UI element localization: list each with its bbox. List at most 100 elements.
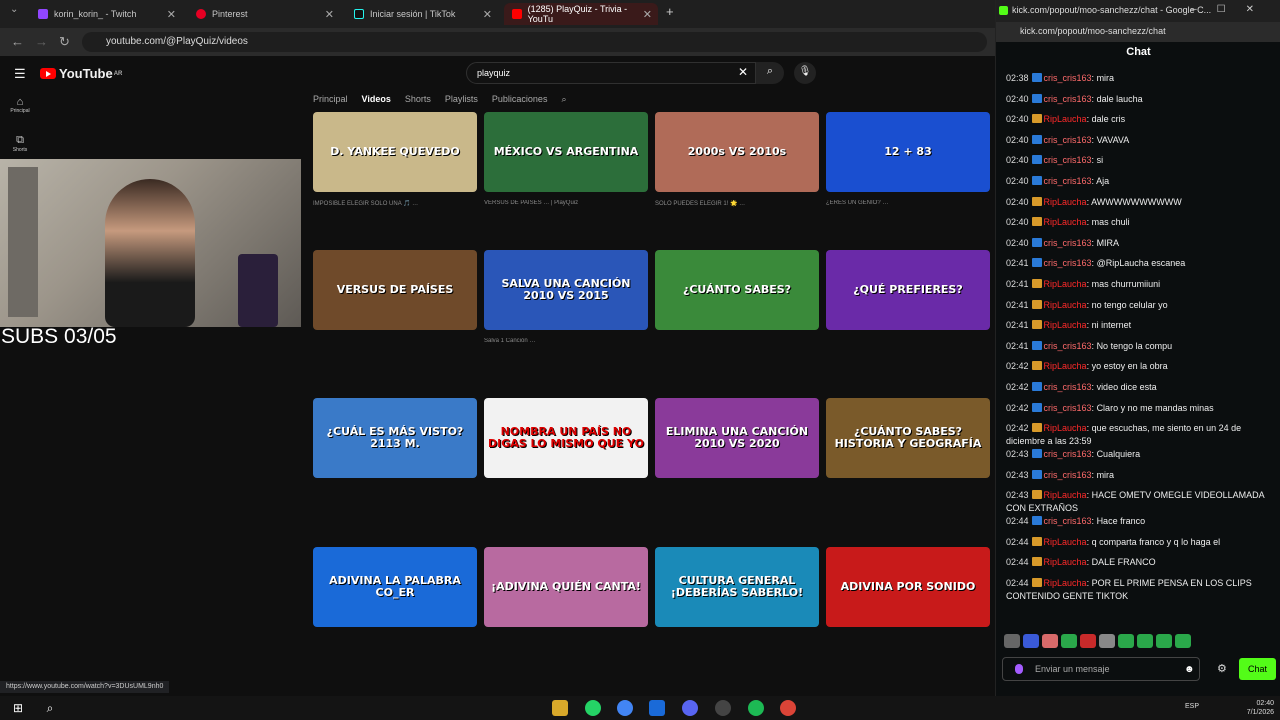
video-title[interactable]: SOLO PUEDES ELEGIR 1! 🌟 … <box>655 200 815 207</box>
video-thumbnail[interactable]: CULTURA GENERAL ¡DEBERÍAS SABERLO! <box>655 547 819 627</box>
tab-shorts[interactable]: Shorts <box>405 94 431 105</box>
tab-playlists[interactable]: Playlists <box>445 94 478 105</box>
tab-tiktok[interactable]: Iniciar sesión | TikTok ✕ <box>346 3 498 25</box>
sidenav-item-shorts[interactable]: ⧉ Shorts <box>0 134 40 153</box>
message-username[interactable]: cris_cris163 <box>1044 449 1092 459</box>
taskbar-search-icon[interactable]: ⌕ <box>42 700 58 716</box>
message-username[interactable]: cris_cris163 <box>1044 238 1092 248</box>
close-window-icon[interactable]: ✕ <box>1246 4 1274 15</box>
channel-search-icon[interactable]: ⌕ <box>561 94 566 105</box>
close-tab-icon[interactable]: ✕ <box>643 8 652 21</box>
emoji-icon[interactable]: ☻ <box>1184 664 1195 675</box>
close-tab-icon[interactable]: ✕ <box>325 8 334 21</box>
message-username[interactable]: cris_cris163 <box>1044 73 1092 83</box>
video-thumbnail[interactable]: ADIVINA POR SONIDO <box>826 547 990 627</box>
message-username[interactable]: cris_cris163 <box>1044 403 1092 413</box>
emote-icon[interactable] <box>1042 634 1058 648</box>
tab-videos[interactable]: Videos <box>362 94 391 105</box>
emote-icon[interactable] <box>1061 634 1077 648</box>
chrome-icon[interactable] <box>617 700 633 716</box>
whatsapp-icon[interactable] <box>585 700 601 716</box>
new-tab-button[interactable]: + <box>666 4 674 19</box>
emote-icon[interactable] <box>1118 634 1134 648</box>
message-username[interactable]: RipLaucha <box>1044 537 1087 547</box>
emote-icon[interactable] <box>1023 634 1039 648</box>
maximize-icon[interactable]: ☐ <box>1217 4 1246 15</box>
chrome-icon[interactable] <box>780 700 796 716</box>
emote-icon[interactable] <box>1175 634 1191 648</box>
video-title[interactable]: IMPOSIBLE ELEGIR SOLO UNA 🎵 … <box>313 200 473 207</box>
chat-send-button[interactable]: Chat <box>1239 658 1276 680</box>
video-thumbnail[interactable]: ¿CUÁL ES MÁS VISTO? 2113 M. <box>313 398 477 478</box>
message-username[interactable]: cris_cris163 <box>1044 470 1092 480</box>
emote-icon[interactable] <box>1080 634 1096 648</box>
message-username[interactable]: cris_cris163 <box>1044 516 1092 526</box>
video-thumbnail[interactable]: D. YANKEE QUEVEDO <box>313 112 477 192</box>
tab-principal[interactable]: Principal <box>313 94 348 105</box>
minimize-icon[interactable]: – <box>1191 4 1217 15</box>
back-icon[interactable]: ← <box>11 34 24 49</box>
close-tab-icon[interactable]: ✕ <box>167 8 176 21</box>
file-explorer-icon[interactable] <box>552 700 568 716</box>
sidenav-item-home[interactable]: ⌂ Principal <box>0 96 40 114</box>
message-username[interactable]: cris_cris163 <box>1044 382 1092 392</box>
chat-url-bar[interactable]: kick.com/popout/moo-sanchezz/chat <box>996 22 1280 42</box>
clear-search-icon[interactable]: ✕ <box>738 65 748 79</box>
close-tab-icon[interactable]: ✕ <box>483 8 492 21</box>
tab-youtube[interactable]: (1285) PlayQuiz - Trivia - YouTu ✕ <box>504 3 658 25</box>
video-thumbnail[interactable]: ¿CUÁNTO SABES? <box>655 250 819 330</box>
message-username[interactable]: RipLaucha <box>1044 578 1087 588</box>
search-button[interactable]: ⌕ <box>756 62 784 84</box>
message-username[interactable]: RipLaucha <box>1044 320 1087 330</box>
video-thumbnail[interactable]: 12 + 83 <box>826 112 990 192</box>
video-thumbnail[interactable]: ¡ADIVINA QUIÉN CANTA! <box>484 547 648 627</box>
spotify-icon[interactable] <box>748 700 764 716</box>
message-username[interactable]: cris_cris163 <box>1044 94 1092 104</box>
chat-message-input[interactable]: Enviar un mensaje <box>1002 657 1200 681</box>
tab-publicaciones[interactable]: Publicaciones <box>492 94 548 105</box>
video-thumbnail[interactable]: SALVA UNA CANCIÓN 2010 VS 2015 <box>484 250 648 330</box>
video-thumbnail[interactable]: 2000s VS 2010s <box>655 112 819 192</box>
system-clock[interactable]: 02:40 7/1/2026 <box>1247 699 1274 717</box>
message-username[interactable]: cris_cris163 <box>1044 155 1092 165</box>
emote-icon[interactable] <box>1137 634 1153 648</box>
message-username[interactable]: cris_cris163 <box>1044 176 1092 186</box>
video-thumbnail[interactable]: ¿QUÉ PREFIERES? <box>826 250 990 330</box>
video-title[interactable]: Salva 1 Canción … <box>484 338 644 344</box>
tab-twitch[interactable]: korin_korin_ - Twitch ✕ <box>30 3 182 25</box>
video-thumbnail[interactable]: ¿CUÁNTO SABES? HISTORIA Y GEOGRAFÍA <box>826 398 990 478</box>
video-thumbnail[interactable]: ADIVINA LA PALABRA CO_ER <box>313 547 477 627</box>
voice-search-button[interactable]: 🎙 <box>794 62 816 84</box>
message-username[interactable]: RipLaucha <box>1044 197 1087 207</box>
windows-start-icon[interactable]: ⊞ <box>10 700 26 716</box>
video-thumbnail[interactable]: VERSUS DE PAÍSES <box>313 250 477 330</box>
message-username[interactable]: RipLaucha <box>1044 361 1087 371</box>
video-title[interactable]: VERSUS DE PAÍSES … | PlayQuiz <box>484 200 644 206</box>
tab-search-icon[interactable]: ⌄ <box>10 4 18 15</box>
video-thumbnail[interactable]: NOMBRA UN PAÍS NO DIGAS LO MISMO QUE YO <box>484 398 648 478</box>
discord-icon[interactable] <box>682 700 698 716</box>
message-username[interactable]: RipLaucha <box>1044 300 1087 310</box>
search-input[interactable]: playquiz <box>466 62 756 84</box>
message-username[interactable]: cris_cris163 <box>1044 258 1092 268</box>
video-title[interactable]: ¿ERES UN GENIO? … <box>826 200 986 206</box>
message-username[interactable]: cris_cris163 <box>1044 341 1092 351</box>
message-username[interactable]: RipLaucha <box>1044 557 1087 567</box>
reload-icon[interactable]: ↻ <box>59 34 70 50</box>
gear-icon[interactable]: ⚙ <box>1217 662 1227 675</box>
message-username[interactable]: RipLaucha <box>1044 279 1087 289</box>
forward-icon[interactable]: → <box>35 34 48 49</box>
youtube-logo[interactable]: YouTube AR <box>40 66 122 81</box>
message-username[interactable]: cris_cris163 <box>1044 135 1092 145</box>
video-thumbnail[interactable]: MÉXICO VS ARGENTINA <box>484 112 648 192</box>
message-username[interactable]: RipLaucha <box>1044 423 1087 433</box>
tab-pinterest[interactable]: Pinterest ✕ <box>188 3 340 25</box>
menu-icon[interactable]: ☰ <box>14 66 26 82</box>
emote-icon[interactable] <box>1156 634 1172 648</box>
obs-icon[interactable] <box>715 700 731 716</box>
emote-icon[interactable] <box>1004 634 1020 648</box>
message-username[interactable]: RipLaucha <box>1044 490 1087 500</box>
language-indicator[interactable]: ESP <box>1185 703 1199 710</box>
video-thumbnail[interactable]: ELIMINA UNA CANCIÓN 2010 VS 2020 <box>655 398 819 478</box>
emote-icon[interactable] <box>1099 634 1115 648</box>
